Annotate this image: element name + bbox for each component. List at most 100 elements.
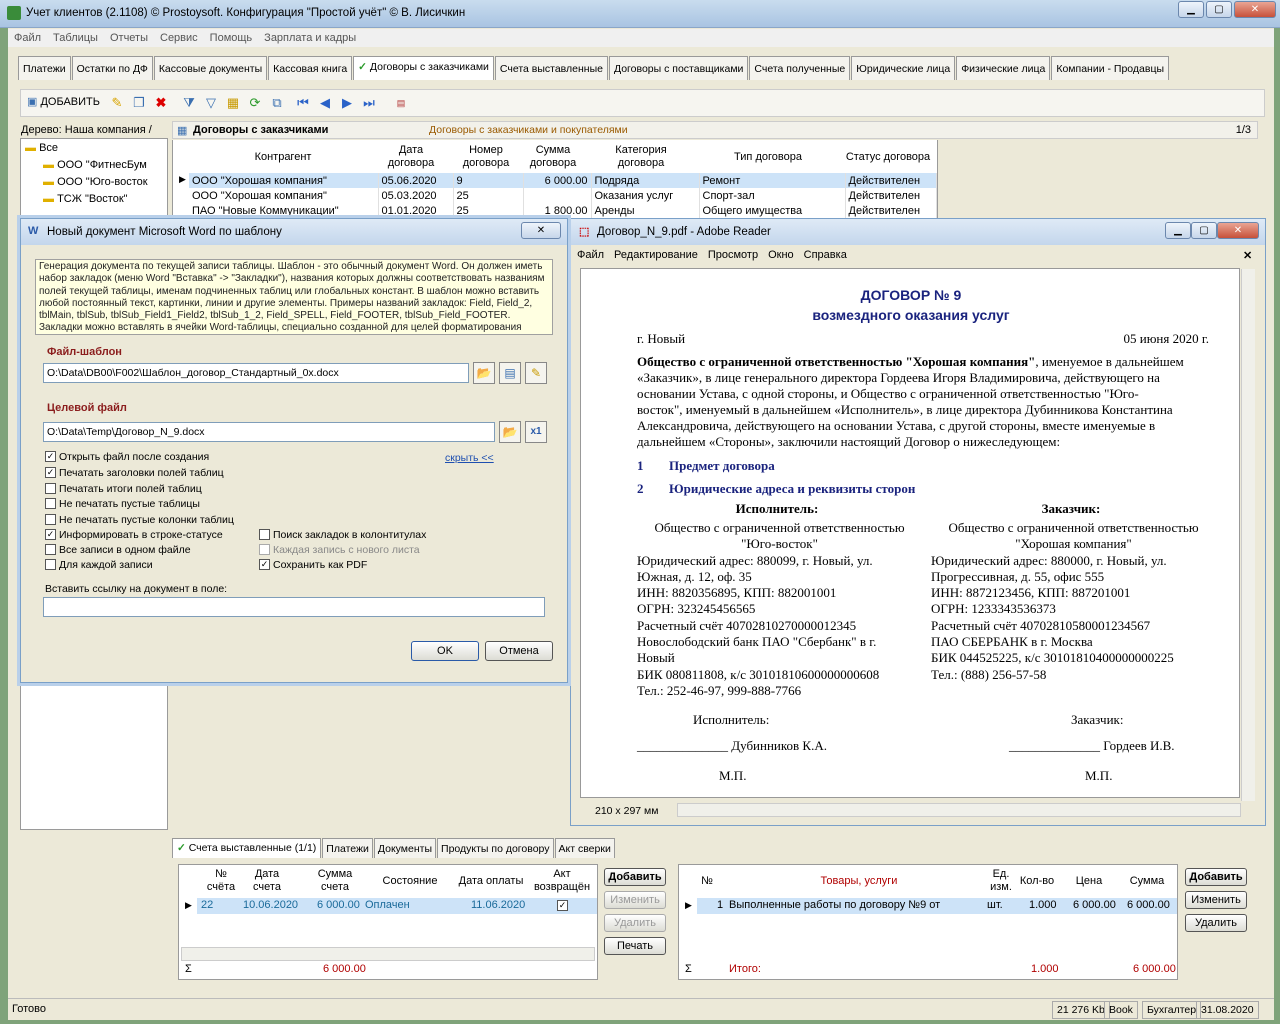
tab-bottom-invoices[interactable]: ✓ Счета выставленные (1/1) (172, 838, 322, 858)
reader-menu-help[interactable]: Справка (804, 249, 847, 261)
export-icon[interactable]: ⧉ (269, 95, 285, 111)
checkbox-inform-status[interactable]: ✓ (45, 529, 56, 540)
col-header[interactable]: № счёта (201, 868, 241, 894)
open-folder-icon[interactable]: 📂 (499, 421, 521, 443)
target-path-field[interactable]: O:\Data\Temp\Договор_N_9.docx (43, 422, 495, 442)
invoice-print-button[interactable]: Печать (604, 937, 666, 955)
col-header[interactable]: Сумма договора (523, 144, 583, 170)
checkbox-search-headers[interactable] (259, 529, 270, 540)
last-record-icon[interactable]: ⏭ (361, 95, 377, 111)
add-button[interactable]: ▣ ДОБАВИТЬ (27, 95, 100, 108)
checkbox-skip-empty-tables[interactable] (45, 498, 56, 509)
col-header[interactable]: Кол-во (1017, 875, 1057, 888)
checkbox-print-headers[interactable]: ✓ (45, 467, 56, 478)
delete-icon[interactable]: ✖ (153, 95, 169, 111)
col-header[interactable]: Номер договора (456, 144, 516, 170)
dialog-close-button[interactable]: ✕ (521, 222, 561, 239)
tree-item[interactable]: ▬ ООО "Юго-восток (43, 176, 148, 188)
menu-help[interactable]: Помощь (204, 29, 259, 47)
checkbox-print-totals[interactable] (45, 483, 56, 494)
checkbox-act-returned[interactable]: ✓ (557, 900, 568, 911)
template-path-field[interactable]: O:\Data\DB00\F002\Шаблон_договор_Стандар… (43, 363, 469, 383)
col-header[interactable]: Акт возвращён (531, 868, 593, 894)
reader-doc-close-icon[interactable]: ✕ (1243, 249, 1252, 262)
tab-bottom-act[interactable]: Акт сверки (554, 838, 615, 858)
col-header[interactable]: Контрагент (233, 151, 333, 164)
checkbox-open-after[interactable]: ✓ (45, 451, 56, 462)
tab-individuals[interactable]: Физические лица (956, 56, 1051, 80)
reader-menu-file[interactable]: Файл (577, 249, 604, 261)
filter-clear-icon[interactable]: ▽ (203, 95, 219, 111)
tree-icon[interactable]: ▦ (225, 95, 241, 111)
invoices-hscrollbar[interactable] (181, 947, 595, 961)
checkbox-all-in-one[interactable] (45, 544, 56, 555)
edit-icon[interactable]: ✎ (109, 95, 125, 111)
tab-invoices-received[interactable]: Счета полученные (749, 56, 851, 80)
minimize-button[interactable]: ▁ (1178, 1, 1204, 18)
tab-legal-entities[interactable]: Юридические лица (851, 56, 956, 80)
reader-menu-window[interactable]: Окно (768, 249, 794, 261)
tab-cash-docs[interactable]: Кассовые документы (153, 56, 268, 80)
copy-icon[interactable]: ❐ (131, 95, 147, 111)
col-header[interactable]: Дата оплаты (455, 875, 527, 888)
tab-cash-book[interactable]: Кассовая книга (268, 56, 353, 80)
reader-close-button[interactable]: ✕ (1217, 222, 1259, 239)
item-delete-button[interactable]: Удалить (1185, 914, 1247, 932)
next-record-icon[interactable]: ▶ (339, 95, 355, 111)
checkbox-save-pdf[interactable]: ✓ (259, 559, 270, 570)
menu-payroll[interactable]: Зарплата и кадры (258, 29, 362, 47)
col-header[interactable]: Ед. изм. (987, 868, 1015, 894)
table-row[interactable]: 22 10.06.2020 6 000.00 Оплачен 11.06.202… (197, 898, 597, 914)
link-field-input[interactable] (43, 597, 545, 617)
menu-tables[interactable]: Таблицы (47, 29, 104, 47)
reader-hscrollbar[interactable] (677, 803, 1241, 817)
close-button[interactable]: ✕ (1234, 1, 1276, 18)
col-header[interactable]: Цена (1065, 875, 1113, 888)
cancel-button[interactable]: Отмена (485, 641, 553, 661)
col-header[interactable]: Статус договора (838, 151, 938, 164)
template-list-icon[interactable]: ▤ (499, 362, 521, 384)
menu-reports[interactable]: Отчеты (104, 29, 154, 47)
maximize-button[interactable]: ▢ (1206, 1, 1232, 18)
hide-options-link[interactable]: скрыть << (445, 452, 494, 464)
tab-invoices-issued[interactable]: Счета выставленные (494, 56, 608, 80)
table-row[interactable]: ПАО "Новые Коммуникации" 01.01.2020 25 1 80… (189, 203, 937, 218)
tab-bottom-products[interactable]: Продукты по договору (437, 838, 554, 858)
template-edit-icon[interactable]: ✎ (525, 362, 547, 384)
prev-record-icon[interactable]: ◀ (317, 95, 333, 111)
col-header[interactable]: Тип договора (703, 151, 833, 164)
col-header[interactable]: Сумма счета (313, 868, 357, 894)
filter-icon[interactable]: ⧩ (181, 95, 197, 111)
col-header[interactable]: № (697, 875, 717, 888)
reader-minimize-button[interactable]: ▁ (1165, 222, 1191, 239)
col-header[interactable]: Состояние (375, 875, 445, 888)
item-add-button[interactable]: Добавить (1185, 868, 1247, 886)
col-header[interactable]: Сумма (1119, 875, 1175, 888)
invoice-add-button[interactable]: Добавить (604, 868, 666, 886)
col-header[interactable]: Дата счета (247, 868, 287, 894)
col-header[interactable]: Дата договора (381, 144, 441, 170)
refresh-icon[interactable]: ⟳ (247, 95, 263, 111)
reader-menu-edit[interactable]: Редактирование (614, 249, 698, 261)
table-row[interactable]: ООО "Хорошая компания" 05.06.2020 9 6 000.0… (189, 173, 937, 188)
first-record-icon[interactable]: ⏮ (295, 95, 311, 111)
col-header[interactable]: Категория договора (601, 144, 681, 170)
tab-customer-contracts[interactable]: ✓ Договоры с заказчиками (353, 56, 494, 80)
checkbox-each-record[interactable] (45, 559, 56, 570)
act-icon[interactable]: ▤ (393, 95, 409, 111)
tab-supplier-contracts[interactable]: Договоры с поставщиками (608, 56, 749, 80)
ok-button[interactable]: OK (411, 641, 479, 661)
reader-maximize-button[interactable]: ▢ (1191, 222, 1217, 239)
open-folder-icon[interactable]: 📂 (473, 362, 495, 384)
tab-bottom-documents[interactable]: Документы (373, 838, 437, 858)
tab-seller-companies[interactable]: Компании - Продавцы (1051, 56, 1170, 80)
tree-item[interactable]: ▬ ТСЖ "Восток" (43, 193, 128, 205)
tab-payments[interactable]: Платежи (18, 56, 71, 80)
menu-service[interactable]: Сервис (154, 29, 204, 47)
tab-balances[interactable]: Остатки по ДФ (71, 56, 153, 80)
col-header[interactable]: Товары, услуги (789, 875, 929, 888)
table-row[interactable]: ООО "Хорошая компания" 05.03.2020 25 Оказан… (189, 188, 937, 203)
reader-vscrollbar[interactable] (1241, 269, 1255, 801)
clear-field-icon[interactable]: x1 (525, 421, 547, 443)
menu-file[interactable]: Файл (8, 29, 47, 47)
